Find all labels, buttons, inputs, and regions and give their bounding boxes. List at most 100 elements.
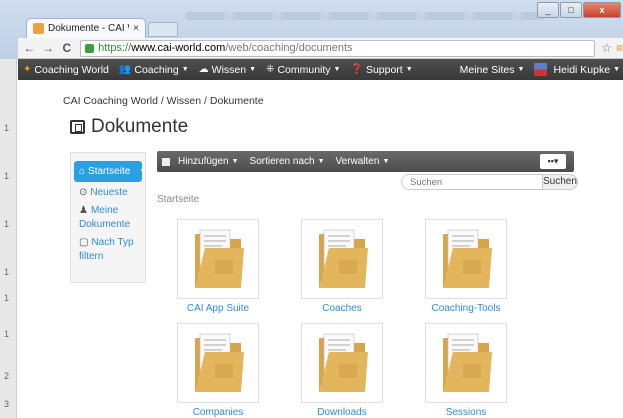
browser-toolbar: ← → C https:// www.cai-world.com /web/co… <box>18 38 623 59</box>
folder-tile[interactable] <box>177 323 259 403</box>
favicon-icon <box>33 23 44 34</box>
nav-wissen[interactable]: ☁ Wissen ▼ <box>194 64 261 76</box>
chevron-down-icon: ▼ <box>231 158 239 165</box>
nav-user-menu[interactable]: Heidi Kupke ▼ <box>529 63 623 76</box>
sort-menu[interactable]: Sortieren nach ▼ <box>250 156 325 167</box>
gutter-number: 1 <box>4 267 10 277</box>
help-icon: ❓ <box>350 64 363 75</box>
nav-label: Support <box>365 63 403 76</box>
chevron-down-icon: ▼ <box>139 168 147 175</box>
folder-label[interactable]: Coaches <box>277 303 407 314</box>
folder-breadcrumb: Startseite <box>157 194 200 205</box>
nav-label: Coaching World <box>34 63 109 76</box>
nav-label: Wissen <box>211 63 247 76</box>
maximize-button[interactable]: □ <box>560 2 582 18</box>
toolbar-label: Verwalten <box>335 156 380 167</box>
nav-coaching[interactable]: 👥 Coaching ▼ <box>114 64 194 76</box>
nav-label: Coaching <box>134 63 179 76</box>
gutter-number: 1 <box>4 171 10 181</box>
url-host: www.cai-world.com <box>131 42 226 54</box>
sidebar-item-label: Neueste <box>90 187 128 198</box>
folder-tile[interactable] <box>425 323 507 403</box>
gutter-number: 2 <box>4 371 10 381</box>
user-name: Heidi Kupke <box>553 63 611 76</box>
sidebar: ⌂ Startseite ▼ ⊙ Neueste ♟ Meine Dokumente… <box>70 152 146 283</box>
nav-label: Community <box>277 63 331 76</box>
chevron-down-icon: ▼ <box>382 158 390 165</box>
search-input[interactable] <box>401 174 542 190</box>
chevron-down-icon: ▼ <box>317 158 325 165</box>
forward-icon[interactable]: → <box>41 41 56 55</box>
user-icon: ♟ <box>79 205 88 216</box>
sidebar-item-startseite[interactable]: ⌂ Startseite ▼ <box>74 161 146 182</box>
chevron-down-icon: ▼ <box>181 66 189 73</box>
folder-label[interactable]: CAI App Suite <box>153 303 283 314</box>
minimize-button[interactable]: _ <box>537 2 559 18</box>
chevron-down-icon: ▼ <box>405 66 413 73</box>
site-navbar: ✦ Coaching World 👥 Coaching ▼ ☁ Wissen ▼… <box>18 59 623 80</box>
reload-icon[interactable]: C <box>59 41 74 55</box>
nav-community[interactable]: ⁜ Community ▼ <box>261 64 345 76</box>
folder-label[interactable]: Companies <box>153 407 283 418</box>
view-toggle-button[interactable]: ▪▪▾ <box>540 154 566 169</box>
page-title-text: Dokumente <box>91 116 189 137</box>
nav-coaching-world[interactable]: ✦ Coaching World <box>18 64 114 76</box>
folder-icon <box>443 333 492 392</box>
users-icon: 👥 <box>118 64 132 75</box>
folder-icon <box>319 333 368 392</box>
browser-tab[interactable]: Dokumente - CAI World × <box>26 18 146 38</box>
folder-icon <box>195 333 244 392</box>
chevron-down-icon: ▼ <box>517 66 525 73</box>
folder-tile[interactable] <box>301 219 383 299</box>
sidebar-item-neueste[interactable]: ⊙ Neueste <box>71 182 145 200</box>
home-icon: ⌂ <box>79 166 86 177</box>
add-menu[interactable]: Hinzufügen ▼ <box>178 156 239 167</box>
search-form: Suchen <box>401 174 578 190</box>
clock-icon: ⊙ <box>79 187 88 198</box>
chevron-down-icon: ▼ <box>249 66 257 73</box>
nav-label: Meine Sites <box>459 63 515 76</box>
folder-icon <box>443 229 492 288</box>
select-all-checkbox[interactable] <box>162 157 170 166</box>
manage-menu[interactable]: Verwalten ▼ <box>336 156 390 167</box>
chevron-down-icon: ▼ <box>613 66 620 73</box>
new-tab-button[interactable] <box>148 22 178 37</box>
gutter-number: 1 <box>4 123 10 133</box>
gutter-number: 3 <box>4 399 10 409</box>
gutter-number: 1 <box>4 293 10 303</box>
documents-icon <box>70 120 85 134</box>
url-scheme: https:// <box>98 42 132 54</box>
back-icon[interactable]: ← <box>22 41 37 55</box>
blurred-tab-strip <box>185 12 545 20</box>
page-title: Dokumente <box>70 116 188 138</box>
nav-my-sites[interactable]: Meine Sites ▼ <box>455 64 530 76</box>
url-path: /web/coaching/documents <box>225 42 353 54</box>
chevron-down-icon: ▼ <box>333 66 341 73</box>
folder-label[interactable]: Coaching-Tools <box>401 303 531 314</box>
folder-label[interactable]: Sessions <box>401 407 531 418</box>
file-icon: ▢ <box>79 237 89 248</box>
nav-support[interactable]: ❓ Support ▼ <box>345 64 417 76</box>
folder-icon <box>319 229 368 288</box>
home-star-icon: ✦ <box>23 64 32 75</box>
browser-menu-icon[interactable]: ≡ <box>616 41 623 55</box>
folder-icon <box>195 229 244 288</box>
documents-toolbar: Hinzufügen ▼ Sortieren nach ▼ Verwalten … <box>157 151 574 172</box>
left-gutter: 1 1 1 1 1 1 2 3 <box>0 59 17 418</box>
folder-tile[interactable] <box>425 219 507 299</box>
gutter-number: 1 <box>4 329 10 339</box>
bookmark-star-icon[interactable]: ☆ <box>601 41 612 55</box>
tab-close-icon[interactable]: × <box>133 23 139 34</box>
folder-tile[interactable] <box>301 323 383 403</box>
address-bar[interactable]: https:// www.cai-world.com /web/coaching… <box>80 39 596 57</box>
folder-tile[interactable] <box>177 219 259 299</box>
toolbar-label: Hinzufügen <box>178 156 229 167</box>
community-icon: ⁜ <box>266 64 275 75</box>
sidebar-item-nach-typ[interactable]: ▢ Nach Typ filtern <box>71 232 145 264</box>
toolbar-label: Sortieren nach <box>249 156 315 167</box>
close-window-button[interactable]: x <box>583 2 621 18</box>
folder-label[interactable]: Downloads <box>277 407 407 418</box>
search-button[interactable]: Suchen <box>542 174 578 190</box>
sidebar-item-meine-dokumente[interactable]: ♟ Meine Dokumente <box>71 200 145 232</box>
window-controls: _ □ x <box>537 2 621 18</box>
